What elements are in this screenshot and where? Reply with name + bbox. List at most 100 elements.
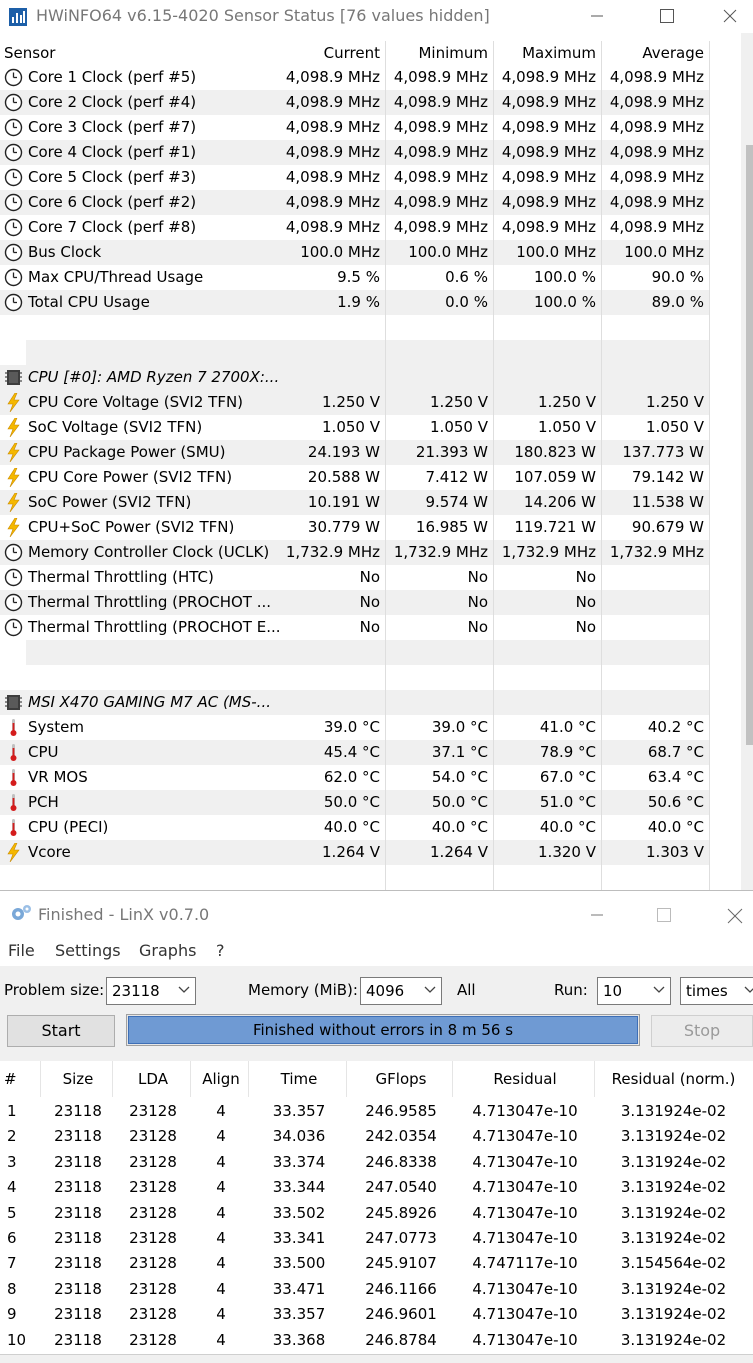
column-header-sensor[interactable]: Sensor (4, 41, 55, 65)
table-row[interactable]: 9 23118 23128 4 33.357 246.9601 4.713047e-10 3.… (0, 1302, 753, 1327)
col-time-cell: 33.471 (272, 1279, 326, 1298)
sensor-row[interactable]: Core 4 Clock (perf #1) 4,098.9 MHz 4,098.9… (0, 140, 710, 165)
sensor-row[interactable]: Bus Clock 100.0 MHz 100.0 MHz 100.0 MHz 100.… (0, 240, 710, 265)
sensor-row[interactable]: Core 7 Clock (perf #8) 4,098.9 MHz 4,098.9… (0, 215, 710, 240)
col-align-cell: 4 (216, 1127, 226, 1146)
table-row[interactable]: 4 23118 23128 4 33.344 247.0540 4.713047e-10 3.… (0, 1175, 753, 1200)
column-header-lda[interactable]: LDA (114, 1061, 192, 1097)
column-header-residual[interactable]: Residual (454, 1061, 596, 1097)
sensor-row[interactable]: VR MOS 62.0 °C 54.0 °C 67.0 °C 63.4 °C (0, 765, 710, 790)
problem-size-combo[interactable]: 23118 (106, 977, 196, 1005)
column-header-minimum[interactable]: Minimum (388, 41, 488, 65)
stop-button[interactable]: Stop (651, 1015, 753, 1047)
table-row[interactable]: 8 23118 23128 4 33.471 246.1166 4.713047e-10 3.… (0, 1277, 753, 1302)
table-row[interactable]: 7 23118 23128 4 33.500 245.9107 4.747117e-10 3.… (0, 1251, 753, 1276)
sensor-row[interactable]: Vcore 1.264 V 1.264 V 1.320 V 1.303 V (0, 840, 710, 865)
menu-graphs[interactable]: Graphs (139, 939, 196, 963)
column-header-align[interactable]: Align (192, 1061, 250, 1097)
average-value: 1.250 V (646, 393, 704, 411)
col-lda-cell: 23128 (129, 1229, 177, 1247)
hwinfo-app-icon (9, 8, 27, 26)
table-row[interactable]: 1 23118 23128 4 33.357 246.9585 4.713047e-10 3.… (0, 1099, 753, 1124)
clock-icon (4, 93, 23, 112)
sensor-row[interactable]: Thermal Throttling (PROCHOT E... No No No (0, 615, 710, 640)
sensor-label: CPU Core Power (SVI2 TFN) (28, 468, 233, 486)
chip-icon (4, 368, 23, 387)
table-row[interactable]: 3 23118 23128 4 33.374 246.8338 4.713047e-10 3.… (0, 1150, 753, 1175)
menu-help[interactable]: ? (216, 939, 225, 963)
all-memory-toggle[interactable]: All (457, 978, 476, 1002)
col-residual-cell: 4.713047e-10 (472, 1229, 578, 1247)
column-header-time[interactable]: Time (250, 1061, 348, 1097)
sensor-row[interactable]: PCH 50.0 °C 50.0 °C 51.0 °C 50.6 °C (0, 790, 710, 815)
maximum-value: 4,098.9 MHz (501, 193, 596, 211)
minimum-value: 1.250 V (430, 393, 488, 411)
sensor-row[interactable]: CPU+SoC Power (SVI2 TFN) 30.779 W 16.985 W… (0, 515, 710, 540)
col-align-cell: 4 (216, 1152, 226, 1171)
col-index-cell: 9 (7, 1305, 17, 1324)
sensor-row[interactable]: Core 1 Clock (perf #5) 4,098.9 MHz 4,098.9… (0, 65, 710, 90)
table-row[interactable]: 10 23118 23128 4 33.368 246.8784 4.713047e-10 3… (0, 1328, 753, 1353)
bolt-icon (4, 442, 23, 463)
run-count-combo[interactable]: 10 (597, 977, 671, 1005)
col-index-cell: 4 (7, 1178, 17, 1197)
col-residual-cell: 4.713047e-10 (472, 1178, 578, 1197)
column-header-average[interactable]: Average (604, 41, 704, 65)
maximum-value: 67.0 °C (539, 768, 596, 786)
column-header-current[interactable]: Current (280, 41, 380, 65)
sensor-label: Core 4 Clock (perf #1) (28, 143, 197, 161)
sensor-row[interactable]: Thermal Throttling (PROCHOT ... No No No (0, 590, 710, 615)
sensor-row[interactable]: Thermal Throttling (HTC) No No No (0, 565, 710, 590)
close-button[interactable] (707, 0, 753, 33)
col-index-cell: 2 (7, 1127, 17, 1146)
linx-maximize-button[interactable] (641, 899, 687, 932)
sensor-row[interactable]: SoC Voltage (SVI2 TFN) 1.050 V 1.050 V 1.05… (0, 415, 710, 440)
sensor-row[interactable]: Core 5 Clock (perf #3) 4,098.9 MHz 4,098.9… (0, 165, 710, 190)
sensor-row[interactable]: Core 3 Clock (perf #7) 4,098.9 MHz 4,098.9… (0, 115, 710, 140)
run-unit-combo[interactable]: times (680, 977, 753, 1005)
col-residual-norm-cell: 3.131924e-02 (620, 1279, 727, 1298)
sensor-row[interactable]: Core 2 Clock (perf #4) 4,098.9 MHz 4,098.9… (0, 90, 710, 115)
results-table[interactable]: # Size LDA Align Time GFlops Residual Residual … (0, 1061, 753, 1363)
maximize-button[interactable] (644, 0, 690, 33)
sensor-row[interactable]: Core 6 Clock (perf #2) 4,098.9 MHz 4,098.9… (0, 190, 710, 215)
minimize-button[interactable] (574, 0, 620, 33)
sensor-row[interactable]: CPU Core Power (SVI2 TFN) 20.588 W 7.412 W… (0, 465, 710, 490)
sensor-group-row[interactable]: MSI X470 GAMING M7 AC (MS-... (0, 690, 710, 715)
sensor-row[interactable]: System 39.0 °C 39.0 °C 41.0 °C 40.2 °C (0, 715, 710, 740)
column-header-size[interactable]: Size (42, 1061, 114, 1097)
sensor-row[interactable]: CPU 45.4 °C 37.1 °C 78.9 °C 68.7 °C (0, 740, 710, 765)
table-row[interactable]: 5 23118 23128 4 33.502 245.8926 4.713047e-10 3.… (0, 1201, 753, 1226)
sensor-label: CPU (PECI) (28, 818, 109, 836)
column-separator (40, 1061, 41, 1097)
clock-icon (4, 243, 23, 262)
col-align-cell: 4 (216, 1178, 226, 1197)
memory-combo[interactable]: 4096 (360, 977, 442, 1005)
sensor-group-row[interactable]: CPU [#0]: AMD Ryzen 7 2700X:... (0, 365, 710, 390)
hwinfo-titlebar[interactable]: HWiNFO64 v6.15-4020 Sensor Status [76 va… (0, 0, 753, 33)
sensor-row[interactable]: Memory Controller Clock (UCLK) 1,732.9 MH… (0, 540, 710, 565)
table-row[interactable]: 6 23118 23128 4 33.341 247.0773 4.713047e-10 3.… (0, 1226, 753, 1251)
sensor-row[interactable]: SoC Power (SVI2 TFN) 10.191 W 9.574 W 14.20… (0, 490, 710, 515)
column-header-residual-norm[interactable]: Residual (norm.) (596, 1061, 751, 1097)
linx-minimize-button[interactable] (574, 899, 620, 932)
col-time-cell: 33.500 (272, 1254, 326, 1273)
column-header-gflops[interactable]: GFlops (348, 1061, 454, 1097)
menu-file[interactable]: File (8, 939, 35, 963)
minimum-value: 50.0 °C (431, 793, 488, 811)
column-header-maximum[interactable]: Maximum (496, 41, 596, 65)
menu-settings[interactable]: Settings (55, 939, 121, 963)
scrollbar-thumb[interactable] (746, 145, 753, 745)
linx-close-button[interactable] (712, 899, 753, 932)
sensor-label: CPU (28, 743, 59, 761)
column-header-index[interactable]: # (4, 1061, 24, 1097)
sensor-row[interactable]: Max CPU/Thread Usage 9.5 % 0.6 % 100.0 % 90.… (0, 265, 710, 290)
sensor-row[interactable]: Total CPU Usage 1.9 % 0.0 % 100.0 % 89.0 % (0, 290, 710, 315)
table-row[interactable]: 2 23118 23128 4 34.036 242.0354 4.713047e-10 3.… (0, 1124, 753, 1149)
sensor-row[interactable]: CPU (PECI) 40.0 °C 40.0 °C 40.0 °C 40.0 °C (0, 815, 710, 840)
start-button[interactable]: Start (7, 1015, 115, 1047)
progress-bar: Finished without errors in 8 m 56 s (126, 1014, 640, 1046)
sensor-row[interactable]: CPU Package Power (SMU) 24.193 W 21.393 W 1… (0, 440, 710, 465)
sensor-row[interactable]: CPU Core Voltage (SVI2 TFN) 1.250 V 1.250 … (0, 390, 710, 415)
average-value: 50.6 °C (647, 793, 704, 811)
